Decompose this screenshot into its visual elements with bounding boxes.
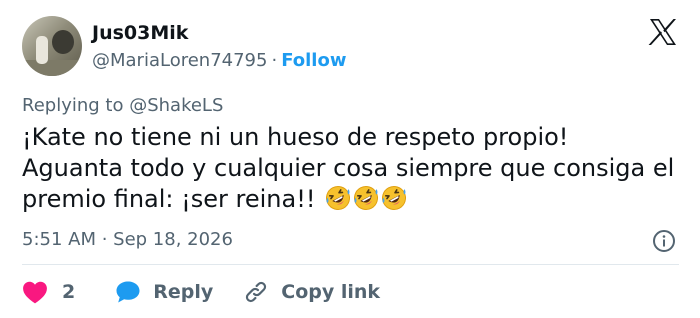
like-count: 2	[62, 281, 76, 303]
heart-icon	[23, 281, 47, 304]
action-bar: 2 Reply Copy link	[22, 277, 380, 307]
emoji-group	[323, 185, 407, 213]
tweet-line: Aguanta todo y cualquier cosa siempre qu…	[22, 154, 675, 182]
info-icon[interactable]	[652, 229, 676, 253]
copy-link-label: Copy link	[281, 281, 381, 303]
reply-button[interactable]: Reply	[115, 280, 213, 304]
tweet-line-last: premio final: ¡ser reina!!	[22, 184, 694, 215]
author-handle-row: @MariaLoren74795 · Follow	[92, 50, 346, 71]
tweet-text: ¡Kate no tiene ni un hueso de respeto pr…	[22, 122, 694, 215]
replying-to[interactable]: Replying to @ShakeLS	[22, 95, 223, 116]
tweet-line-text: premio final: ¡ser reina!!	[22, 185, 316, 213]
reply-label: Reply	[153, 281, 214, 303]
separator-dot: ·	[271, 50, 278, 71]
rolling-laughing-emoji	[382, 186, 407, 210]
tweet-timestamp[interactable]: 5:51 AM · Sep 18, 2026	[22, 229, 233, 250]
avatar[interactable]	[22, 16, 82, 76]
link-icon	[246, 281, 267, 303]
divider	[22, 264, 679, 265]
tweet-line: ¡Kate no tiene ni un hueso de respeto pr…	[22, 123, 569, 151]
author-name[interactable]: Jus03Mik	[92, 22, 188, 44]
rolling-laughing-emoji	[326, 186, 351, 210]
author-handle[interactable]: @MariaLoren74795	[92, 50, 267, 71]
speech-bubble-icon	[116, 281, 140, 303]
copy-link-button[interactable]: Copy link	[243, 279, 380, 305]
follow-button[interactable]: Follow	[281, 50, 346, 71]
tweet-card: Jus03Mik @MariaLoren74795 · Follow Replyin…	[0, 0, 700, 318]
like-button[interactable]: 2	[22, 280, 75, 304]
rolling-laughing-emoji	[354, 186, 379, 210]
x-logo-icon[interactable]	[648, 18, 678, 46]
